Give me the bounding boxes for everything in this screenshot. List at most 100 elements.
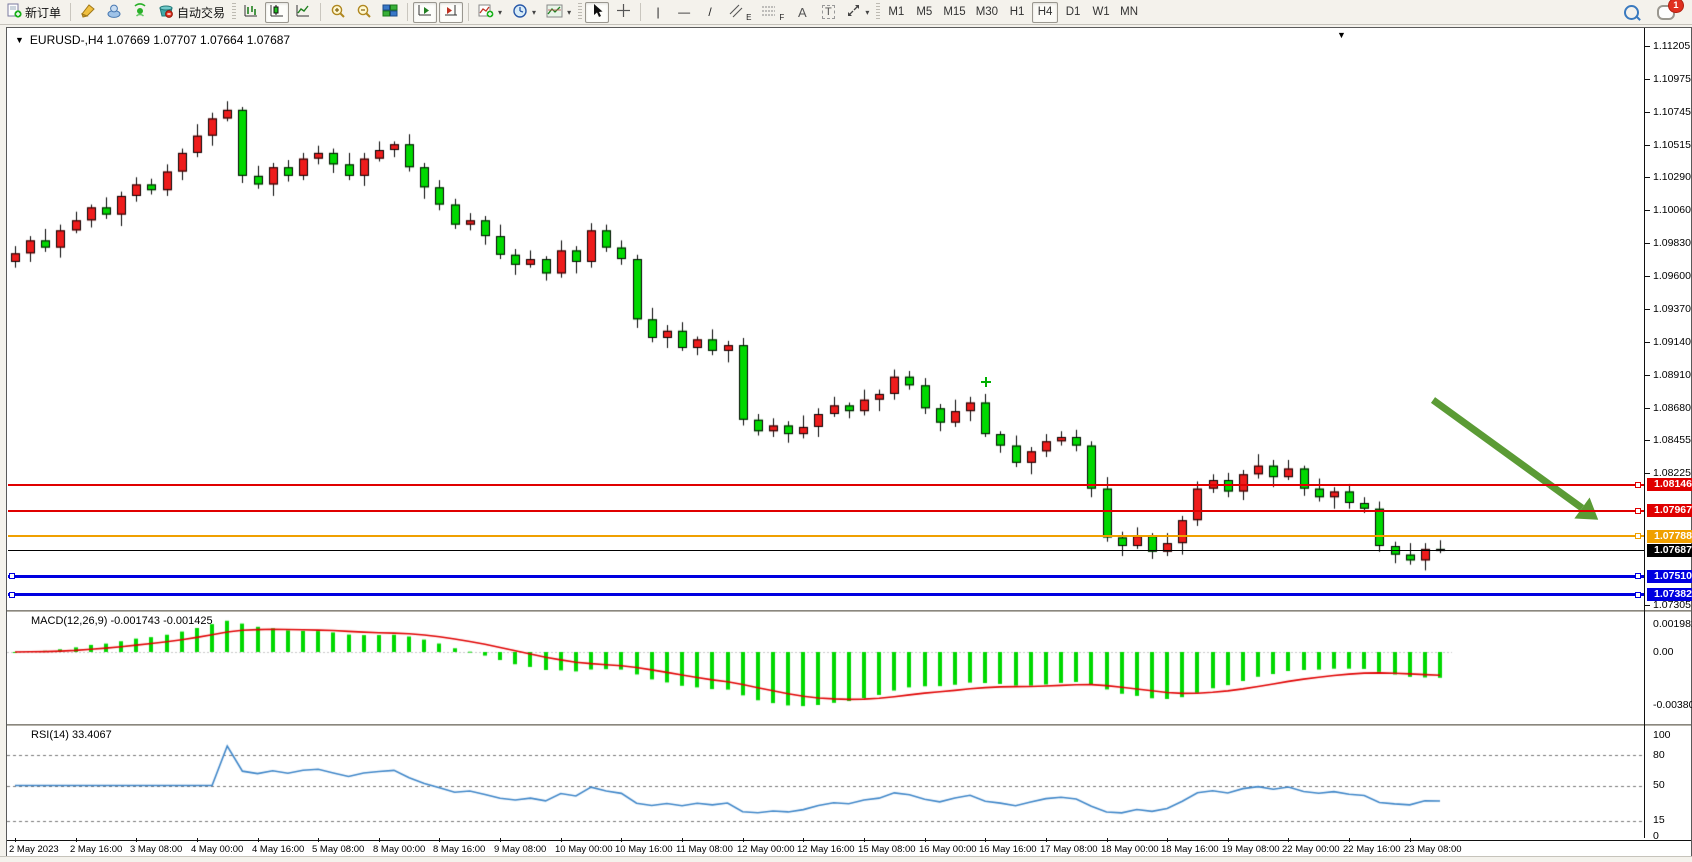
channel-tool-button[interactable]: E: [724, 2, 755, 23]
date-label: 2 May 2023: [9, 844, 59, 855]
price-tick-mark: [1645, 440, 1650, 441]
search-button[interactable]: [1619, 2, 1643, 23]
horizontal-level-line[interactable]: [8, 575, 1644, 578]
text-label-tool-button[interactable]: T: [816, 2, 840, 23]
timeframe-button-m30[interactable]: M30: [972, 2, 1002, 23]
price-tick-mark: [1645, 46, 1650, 47]
price-tick-label: 1.11205: [1653, 40, 1690, 52]
timeframe-button-mn[interactable]: MN: [1116, 2, 1142, 23]
timeframe-button-m15[interactable]: M15: [939, 2, 969, 23]
auto-scroll-button[interactable]: [413, 2, 437, 23]
date-label: 11 May 08:00: [676, 844, 733, 855]
price-tick-mark: [1645, 375, 1650, 376]
candlestick-chart-icon: [269, 3, 285, 21]
tile-windows-button[interactable]: [378, 2, 402, 23]
timeframe-button-group: M1M5M15M30H1H4D1W1MN: [882, 2, 1143, 23]
line-drag-handle[interactable]: [1635, 508, 1641, 514]
line-drag-handle[interactable]: [1635, 482, 1641, 488]
bar-chart-type-button[interactable]: [239, 2, 263, 23]
horizontal-level-line[interactable]: [8, 593, 1644, 596]
price-tick-label: 1.08910: [1653, 369, 1691, 381]
macd-axis-label: 0.00: [1653, 646, 1673, 658]
indicators-button[interactable]: ▾: [474, 2, 506, 23]
horizontal-line-tool-button[interactable]: —: [672, 2, 696, 23]
price-tick-mark: [1645, 605, 1650, 606]
date-tick-mark: [1046, 838, 1047, 842]
cursor-tool-button[interactable]: [585, 2, 609, 23]
crosshair-tool-button[interactable]: [611, 2, 635, 23]
horizontal-level-line[interactable]: [8, 484, 1644, 486]
styler-button[interactable]: [76, 2, 100, 23]
zoom-in-button[interactable]: [326, 2, 350, 23]
timeframe-button-d1[interactable]: D1: [1060, 2, 1086, 23]
symbol-dropdown-icon[interactable]: ▼: [15, 35, 24, 45]
toolbar-separator: [320, 3, 321, 21]
rsi-indicator-canvas[interactable]: [7, 726, 1644, 840]
fibonacci-tool-button[interactable]: F: [757, 2, 788, 23]
date-label: 12 May 16:00: [797, 844, 855, 855]
price-tick-label: 1.10060: [1653, 204, 1691, 216]
trendline-tool-button[interactable]: /: [698, 2, 722, 23]
macd-indicator-canvas[interactable]: [7, 612, 1644, 724]
new-order-button[interactable]: 新订单: [3, 2, 65, 23]
shapes-tool-button[interactable]: ▾: [842, 2, 873, 23]
date-tick-mark: [561, 838, 562, 842]
horizontal-level-line[interactable]: [8, 510, 1644, 512]
line-drag-handle[interactable]: [9, 573, 15, 579]
timeframe-button-h1[interactable]: H1: [1004, 2, 1030, 23]
price-tag-1.07687: 1.07687: [1647, 544, 1692, 557]
timeframe-button-m5[interactable]: M5: [911, 2, 937, 23]
crosshair-icon: [616, 3, 631, 21]
date-tick-mark: [76, 838, 77, 842]
date-tick-mark: [621, 838, 622, 842]
templates-button[interactable]: ▾: [542, 2, 575, 23]
signals-button[interactable]: [128, 2, 152, 23]
profiles-button[interactable]: [102, 2, 126, 23]
chart-shift-button[interactable]: [439, 2, 463, 23]
zoom-out-button[interactable]: [352, 2, 376, 23]
price-tick-mark: [1645, 177, 1650, 178]
date-label: 18 May 00:00: [1101, 844, 1159, 855]
date-tick-mark: [743, 838, 744, 842]
date-label: 8 May 00:00: [373, 844, 425, 855]
line-drag-handle[interactable]: [1635, 533, 1641, 539]
timeframe-button-h4[interactable]: H4: [1032, 2, 1058, 23]
date-tick-mark: [682, 838, 683, 842]
date-label: 10 May 16:00: [615, 844, 673, 855]
time-axis-border: [7, 840, 1691, 841]
date-label: 10 May 00:00: [555, 844, 613, 855]
date-tick-mark: [379, 838, 380, 842]
timeframe-button-m1[interactable]: M1: [883, 2, 909, 23]
price-chart-canvas[interactable]: [7, 28, 1644, 610]
horizontal-level-line[interactable]: [8, 535, 1644, 537]
current-price-line[interactable]: [8, 550, 1644, 551]
line-chart-type-button[interactable]: [291, 2, 315, 23]
date-label: 4 May 00:00: [191, 844, 243, 855]
toolbar-separator: [468, 3, 469, 21]
equidistant-channel-icon: [728, 3, 743, 21]
notifications-button[interactable]: 1: [1653, 2, 1679, 23]
price-tick-label: 1.08680: [1653, 402, 1691, 414]
candlestick-chart-type-button[interactable]: [265, 2, 289, 23]
price-tag-1.07788: 1.07788: [1647, 530, 1692, 543]
line-drag-handle[interactable]: [1635, 573, 1641, 579]
line-drag-handle[interactable]: [1635, 592, 1641, 598]
timeframe-button-w1[interactable]: W1: [1088, 2, 1114, 23]
date-tick-mark: [925, 838, 926, 842]
date-tick-mark: [1349, 838, 1350, 842]
date-label: 4 May 16:00: [252, 844, 304, 855]
line-drag-handle[interactable]: [9, 592, 15, 598]
autotrading-button[interactable]: 自动交易: [154, 2, 229, 23]
dropdown-caret-icon: ▾: [532, 8, 536, 17]
periods-button[interactable]: ▾: [508, 2, 540, 23]
dropdown-caret-icon: ▾: [567, 8, 571, 17]
text-tool-icon: A: [798, 5, 807, 20]
vertical-line-tool-button[interactable]: |: [646, 2, 670, 23]
text-tool-button[interactable]: A: [790, 2, 814, 23]
dropdown-caret-icon: ▾: [498, 8, 502, 17]
date-label: 19 May 08:00: [1222, 844, 1280, 855]
chart-shift-marker-icon[interactable]: ▼: [1337, 30, 1346, 40]
date-tick-mark: [500, 838, 501, 842]
date-label: 16 May 00:00: [919, 844, 977, 855]
text-label-icon: T: [822, 5, 835, 19]
